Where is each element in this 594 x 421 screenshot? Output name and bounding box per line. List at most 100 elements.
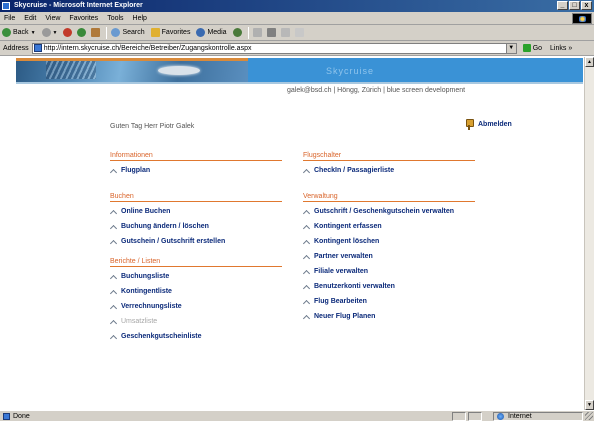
- scroll-up-arrow-icon[interactable]: ▲: [585, 57, 594, 67]
- status-bar: Done Internet: [0, 410, 594, 421]
- favorites-button[interactable]: Favorites: [150, 28, 190, 37]
- section-verwaltung: Verwaltung Gutschrift / Geschenkgutschei…: [303, 193, 475, 322]
- forward-button[interactable]: ▼: [41, 28, 58, 37]
- nav-partner-verwalten[interactable]: Partner verwalten: [303, 251, 475, 262]
- nav-flug-bearbeiten[interactable]: Flug Bearbeiten: [303, 296, 475, 307]
- menu-file[interactable]: File: [4, 15, 15, 22]
- nav-label: Flug Bearbeiten: [314, 298, 367, 305]
- nav-label: Filiale verwalten: [314, 268, 369, 275]
- section-flugschalter: Flugschalter CheckIn / Passagierliste: [303, 152, 475, 176]
- nav-label: Online Buchen: [121, 208, 171, 215]
- site-banner: Skycruise: [16, 58, 583, 82]
- nav-kontingentliste[interactable]: Kontingentliste: [110, 286, 282, 297]
- nav-buchung-aendern[interactable]: Buchung ändern / löschen: [110, 221, 282, 232]
- menu-tools[interactable]: Tools: [107, 15, 123, 22]
- mail-icon[interactable]: [252, 28, 262, 37]
- print-icon[interactable]: [266, 28, 276, 37]
- chevron-up-icon: [303, 169, 309, 173]
- refresh-icon[interactable]: [77, 28, 87, 37]
- menu-edit[interactable]: Edit: [24, 15, 36, 22]
- nav-flugplan[interactable]: Flugplan: [110, 165, 282, 176]
- close-button[interactable]: x: [581, 1, 592, 10]
- security-zone: Internet: [493, 412, 583, 421]
- status-panel: [452, 412, 466, 421]
- nav-label: Gutschein / Gutschrift erstellen: [121, 238, 226, 245]
- nav-geschenkgutscheinliste[interactable]: Geschenkgutscheinliste: [110, 331, 282, 342]
- chevron-up-icon: [303, 270, 309, 274]
- key-icon: [465, 119, 475, 130]
- nav-verrechnungsliste[interactable]: Verrechnungsliste: [110, 301, 282, 312]
- contact-line: galek@bsd.ch | Höngg, Zürich | blue scre…: [287, 87, 466, 94]
- nav-label: Verrechnungsliste: [121, 303, 182, 310]
- nav-label: Kontingent löschen: [314, 238, 380, 245]
- ie-app-icon: [2, 2, 10, 10]
- back-button[interactable]: Back ▼: [2, 28, 36, 37]
- search-button[interactable]: Search: [111, 28, 145, 37]
- page-icon: [33, 44, 42, 52]
- address-dropdown-icon[interactable]: ▼: [505, 43, 516, 53]
- chevron-up-icon: [110, 320, 116, 324]
- chevron-up-icon: [303, 285, 309, 289]
- status-panels: [452, 412, 484, 421]
- maximize-button[interactable]: □: [569, 1, 580, 10]
- chevron-up-icon: [110, 290, 116, 294]
- back-dropdown-icon[interactable]: ▼: [31, 30, 36, 36]
- chevron-up-icon: [303, 315, 309, 319]
- page-done-icon: [3, 412, 10, 420]
- nav-benutzerkonti-verwalten[interactable]: Benutzerkonti verwalten: [303, 281, 475, 292]
- nav-kontingent-loeschen[interactable]: Kontingent löschen: [303, 236, 475, 247]
- address-label: Address: [3, 44, 29, 52]
- internet-globe-icon: [497, 413, 504, 420]
- nav-label: Neuer Flug Planen: [314, 313, 376, 320]
- banner-title: Skycruise: [326, 66, 375, 76]
- home-icon[interactable]: [91, 28, 101, 37]
- greeting-text: Guten Tag Herr Piotr Galek: [110, 123, 195, 130]
- chevron-up-icon: [110, 275, 116, 279]
- go-button[interactable]: Go: [522, 44, 542, 52]
- menu-help[interactable]: Help: [133, 15, 147, 22]
- section-title: Berichte / Listen: [110, 258, 282, 267]
- nav-buchungsliste[interactable]: Buchungsliste: [110, 271, 282, 282]
- chevron-up-icon: [110, 225, 116, 229]
- scroll-down-arrow-icon[interactable]: ▼: [585, 400, 594, 410]
- nav-gutschrift-verwalten[interactable]: Gutschrift / Geschenkgutschein verwalten: [303, 206, 475, 217]
- nav-kontingent-erfassen[interactable]: Kontingent erfassen: [303, 221, 475, 232]
- section-title: Flugschalter: [303, 152, 475, 161]
- status-panel: [468, 412, 482, 421]
- links-button[interactable]: Links »: [550, 45, 572, 52]
- nav-online-buchen[interactable]: Online Buchen: [110, 206, 282, 217]
- section-buchen: Buchen Online Buchen Buchung ändern / lö…: [110, 193, 282, 247]
- logout-link[interactable]: Abmelden: [465, 119, 512, 130]
- back-label: Back: [13, 29, 29, 36]
- go-arrow-icon: [522, 44, 531, 52]
- nav-filiale-verwalten[interactable]: Filiale verwalten: [303, 266, 475, 277]
- nav-neuer-flug[interactable]: Neuer Flug Planen: [303, 311, 475, 322]
- window-title: Skycruise - Microsoft Internet Explorer: [14, 2, 143, 9]
- address-url: http://intern.skycruise.ch/Bereiche/Betr…: [43, 44, 252, 52]
- resize-grip-icon[interactable]: [585, 412, 593, 420]
- vertical-scrollbar[interactable]: ▲ ▼: [584, 57, 594, 410]
- links-label: Links: [550, 44, 567, 52]
- address-input[interactable]: http://intern.skycruise.ch/Bereiche/Betr…: [31, 42, 517, 54]
- forward-dropdown-icon[interactable]: ▼: [53, 30, 58, 36]
- back-arrow-icon: [2, 28, 11, 37]
- chevron-up-icon: [110, 240, 116, 244]
- history-icon[interactable]: [232, 28, 242, 37]
- section-informationen: Informationen Flugplan: [110, 152, 282, 176]
- minimize-button[interactable]: _: [557, 1, 568, 10]
- window-controls: _ □ x: [557, 1, 592, 10]
- edit-icon[interactable]: [280, 28, 290, 37]
- stop-icon[interactable]: [63, 28, 73, 37]
- chevron-up-icon: [303, 255, 309, 259]
- menu-favorites[interactable]: Favorites: [69, 15, 98, 22]
- media-button[interactable]: Media: [196, 28, 227, 37]
- page-viewport: Skycruise galek@bsd.ch | Höngg, Zürich |…: [0, 57, 584, 410]
- nav-checkin[interactable]: CheckIn / Passagierliste: [303, 165, 475, 176]
- section-berichte: Berichte / Listen Buchungsliste Kontinge…: [110, 258, 282, 342]
- menu-view[interactable]: View: [45, 15, 60, 22]
- chevron-up-icon: [110, 210, 116, 214]
- nav-gutschein-erstellen[interactable]: Gutschein / Gutschrift erstellen: [110, 236, 282, 247]
- discuss-icon[interactable]: [294, 28, 304, 37]
- chevron-up-icon: [110, 169, 116, 173]
- nav-label: Gutschrift / Geschenkgutschein verwalten: [314, 208, 455, 215]
